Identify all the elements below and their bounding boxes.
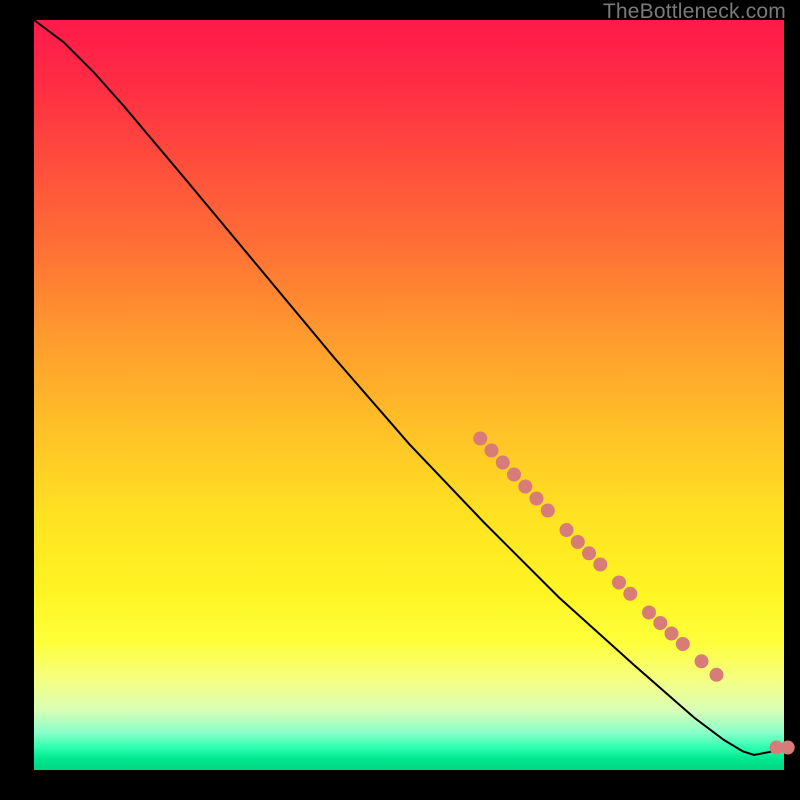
data-marker <box>485 444 499 458</box>
data-marker <box>665 627 679 641</box>
data-marker <box>593 558 607 572</box>
data-marker <box>582 546 596 560</box>
data-marker <box>473 432 487 446</box>
data-marker <box>571 535 585 549</box>
data-marker <box>642 606 656 620</box>
curve-line <box>34 20 784 755</box>
data-marker <box>560 523 574 537</box>
plot-area <box>34 20 784 770</box>
data-marker <box>496 456 510 470</box>
markers-group <box>473 432 794 755</box>
data-marker <box>507 468 521 482</box>
data-marker <box>518 480 532 494</box>
data-marker <box>623 587 637 601</box>
data-marker <box>676 637 690 651</box>
chart-frame: TheBottleneck.com <box>0 0 800 800</box>
data-marker <box>541 504 555 518</box>
data-marker <box>653 616 667 630</box>
data-marker <box>695 654 709 668</box>
data-marker <box>530 492 544 506</box>
chart-svg <box>34 20 784 770</box>
data-marker <box>612 576 626 590</box>
data-marker <box>781 741 795 755</box>
data-marker <box>710 668 724 682</box>
